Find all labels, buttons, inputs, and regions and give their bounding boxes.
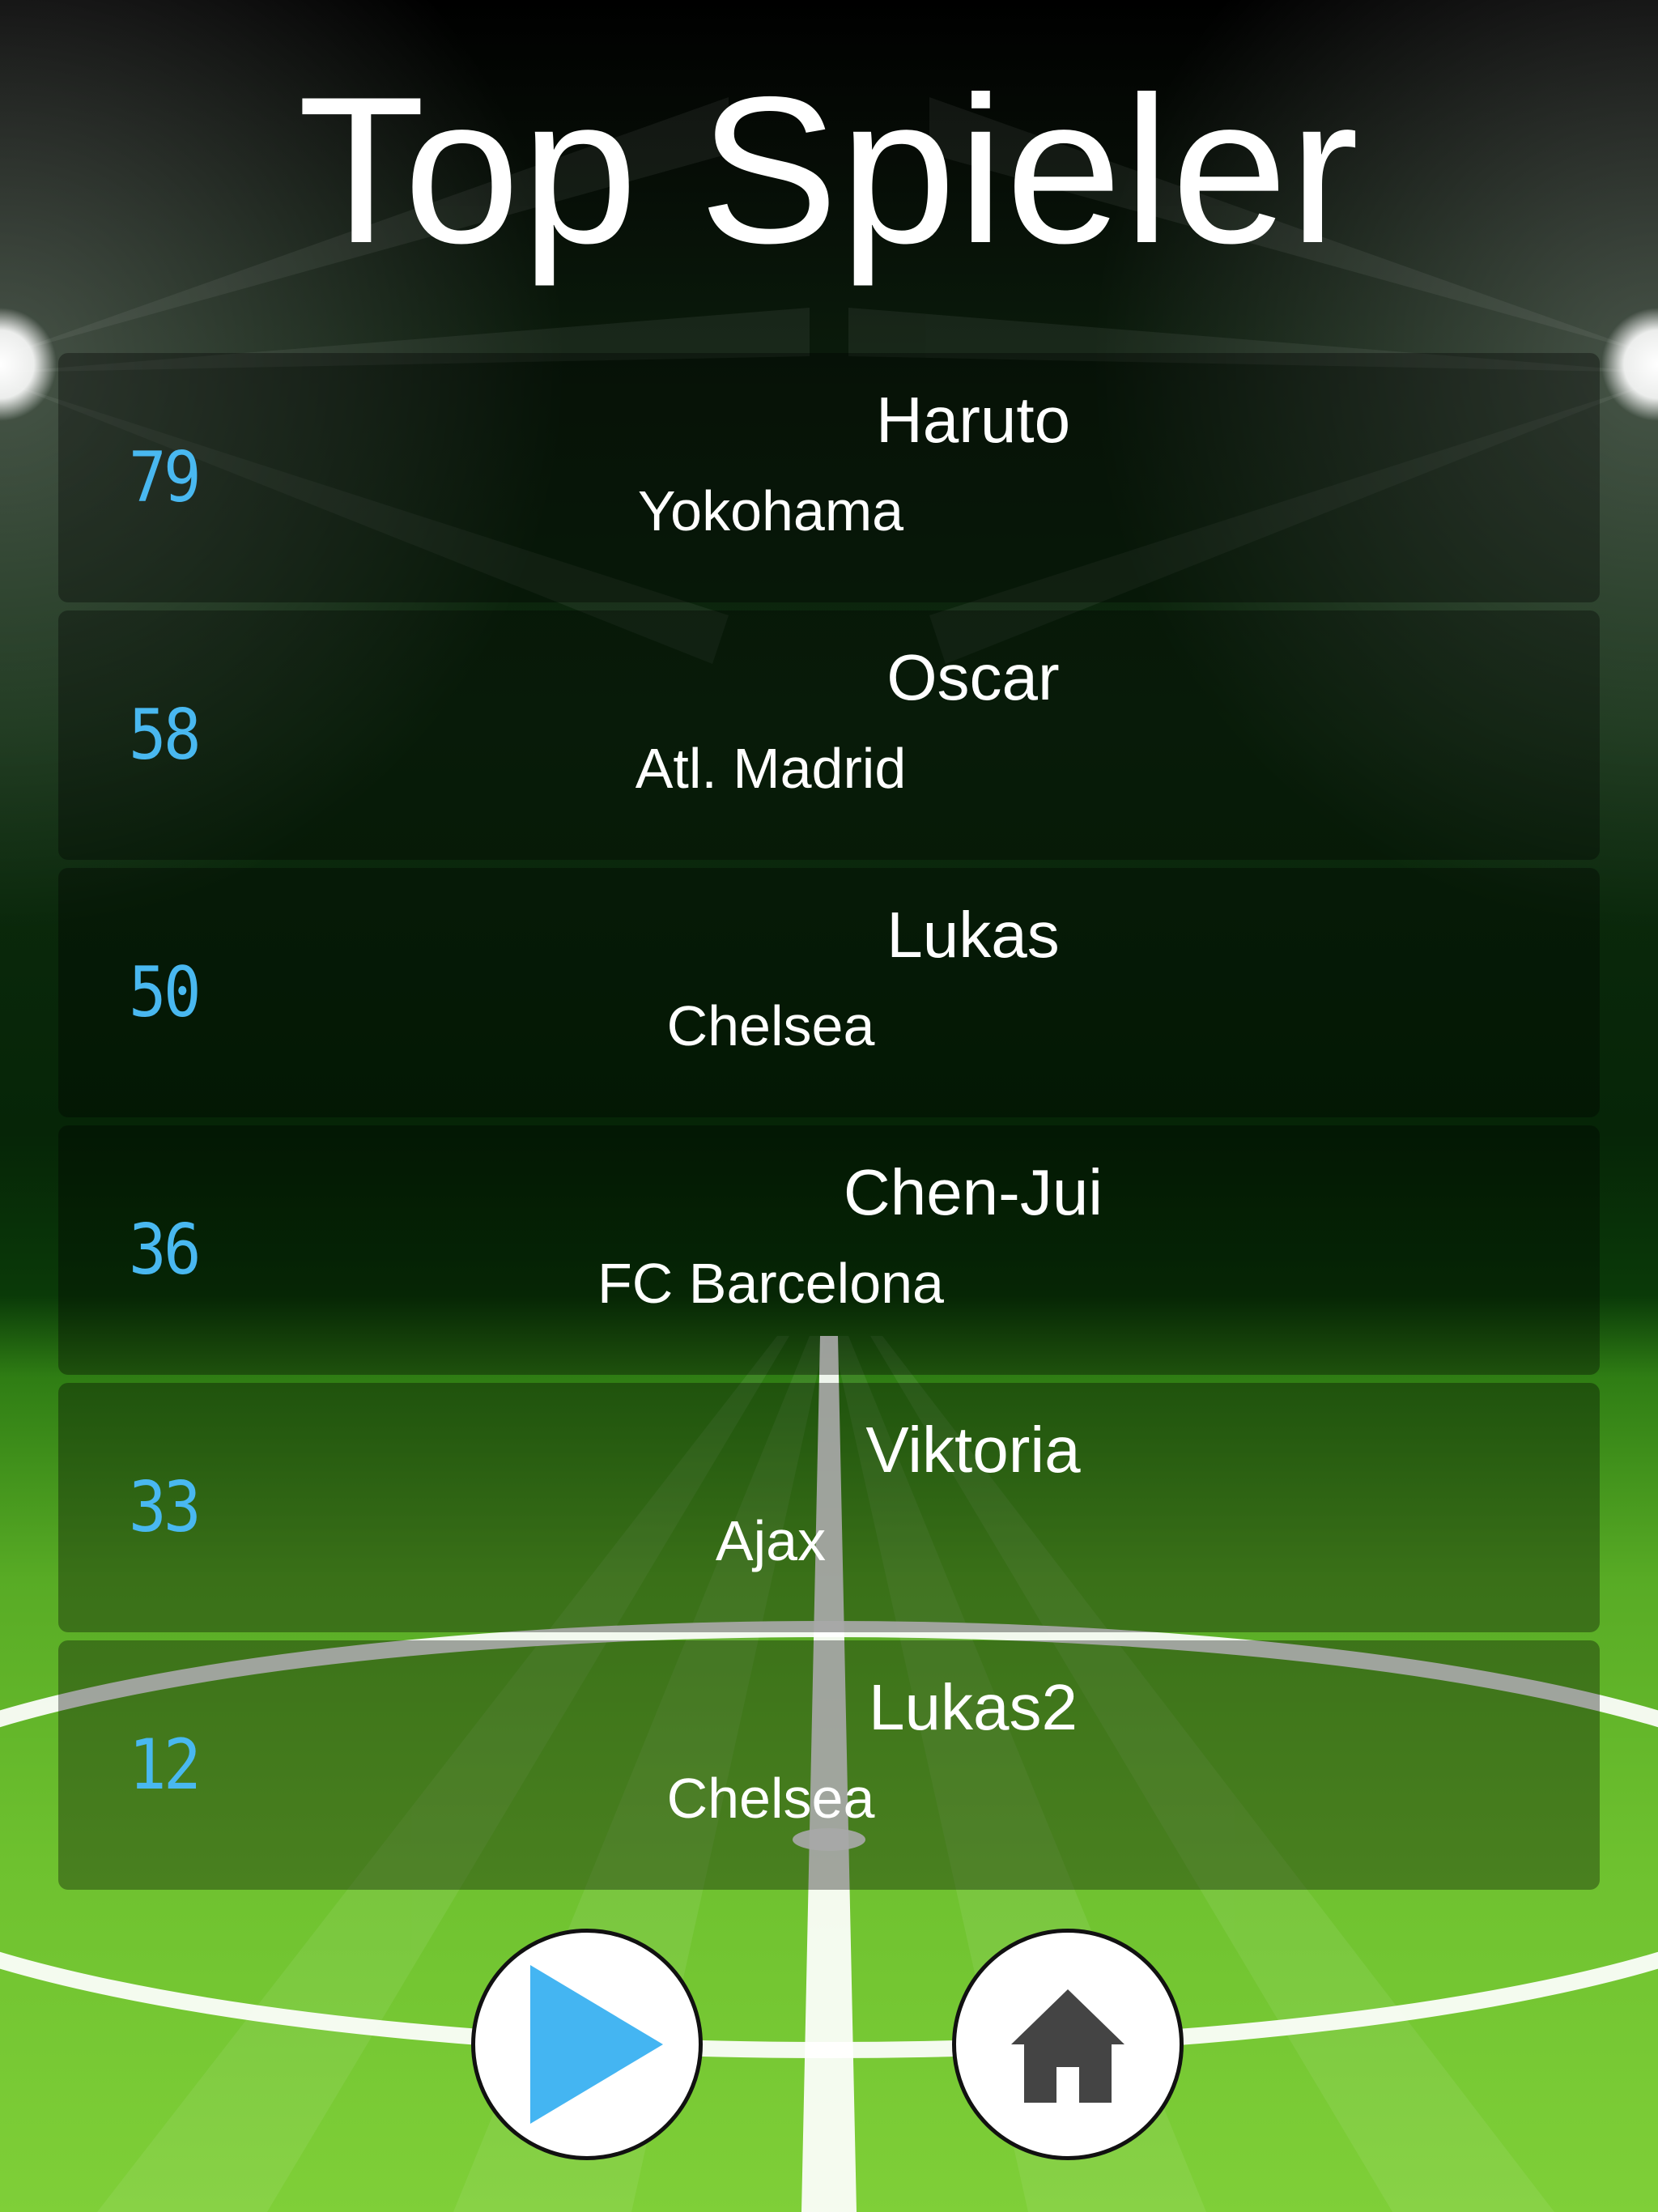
score-value: 33 xyxy=(128,1467,202,1548)
score-value: 79 xyxy=(128,437,202,518)
play-button[interactable] xyxy=(471,1929,703,2160)
team-name: Chelsea xyxy=(666,994,875,1057)
play-icon xyxy=(530,1965,663,2124)
team-name: FC Barcelona xyxy=(597,1252,944,1315)
leaderboard-row: 36 Chen-Jui FC Barcelona xyxy=(58,1125,1600,1375)
team-name: Yokohama xyxy=(637,479,904,542)
leaderboard-row: 12 Lukas2 Chelsea xyxy=(58,1640,1600,1890)
team-name: Ajax xyxy=(715,1509,827,1572)
score-value: 50 xyxy=(128,952,202,1033)
leaderboard-row: 79 Haruto Yokohama xyxy=(58,353,1600,602)
player-name: Viktoria xyxy=(865,1414,1081,1486)
team-name: Chelsea xyxy=(666,1767,875,1830)
score-value: 12 xyxy=(128,1725,202,1806)
player-name: Oscar xyxy=(886,641,1060,713)
score-value: 36 xyxy=(128,1210,202,1291)
leaderboard-row: 33 Viktoria Ajax xyxy=(58,1383,1600,1632)
home-button[interactable] xyxy=(952,1929,1184,2160)
screen-title: Top Spieler xyxy=(297,53,1361,287)
home-icon xyxy=(1011,1989,1124,2103)
player-name: Lukas2 xyxy=(869,1671,1078,1743)
game-screen: Top Spieler 79 Haruto Yokohama 58 Oscar … xyxy=(0,0,1658,2212)
leaderboard-row: 50 Lukas Chelsea xyxy=(58,868,1600,1117)
player-name: Chen-Jui xyxy=(843,1156,1103,1228)
player-name: Haruto xyxy=(875,384,1071,456)
score-value: 58 xyxy=(128,695,202,776)
leaderboard-row: 58 Oscar Atl. Madrid xyxy=(58,610,1600,860)
player-name: Lukas xyxy=(886,899,1060,971)
team-name: Atl. Madrid xyxy=(635,737,907,800)
